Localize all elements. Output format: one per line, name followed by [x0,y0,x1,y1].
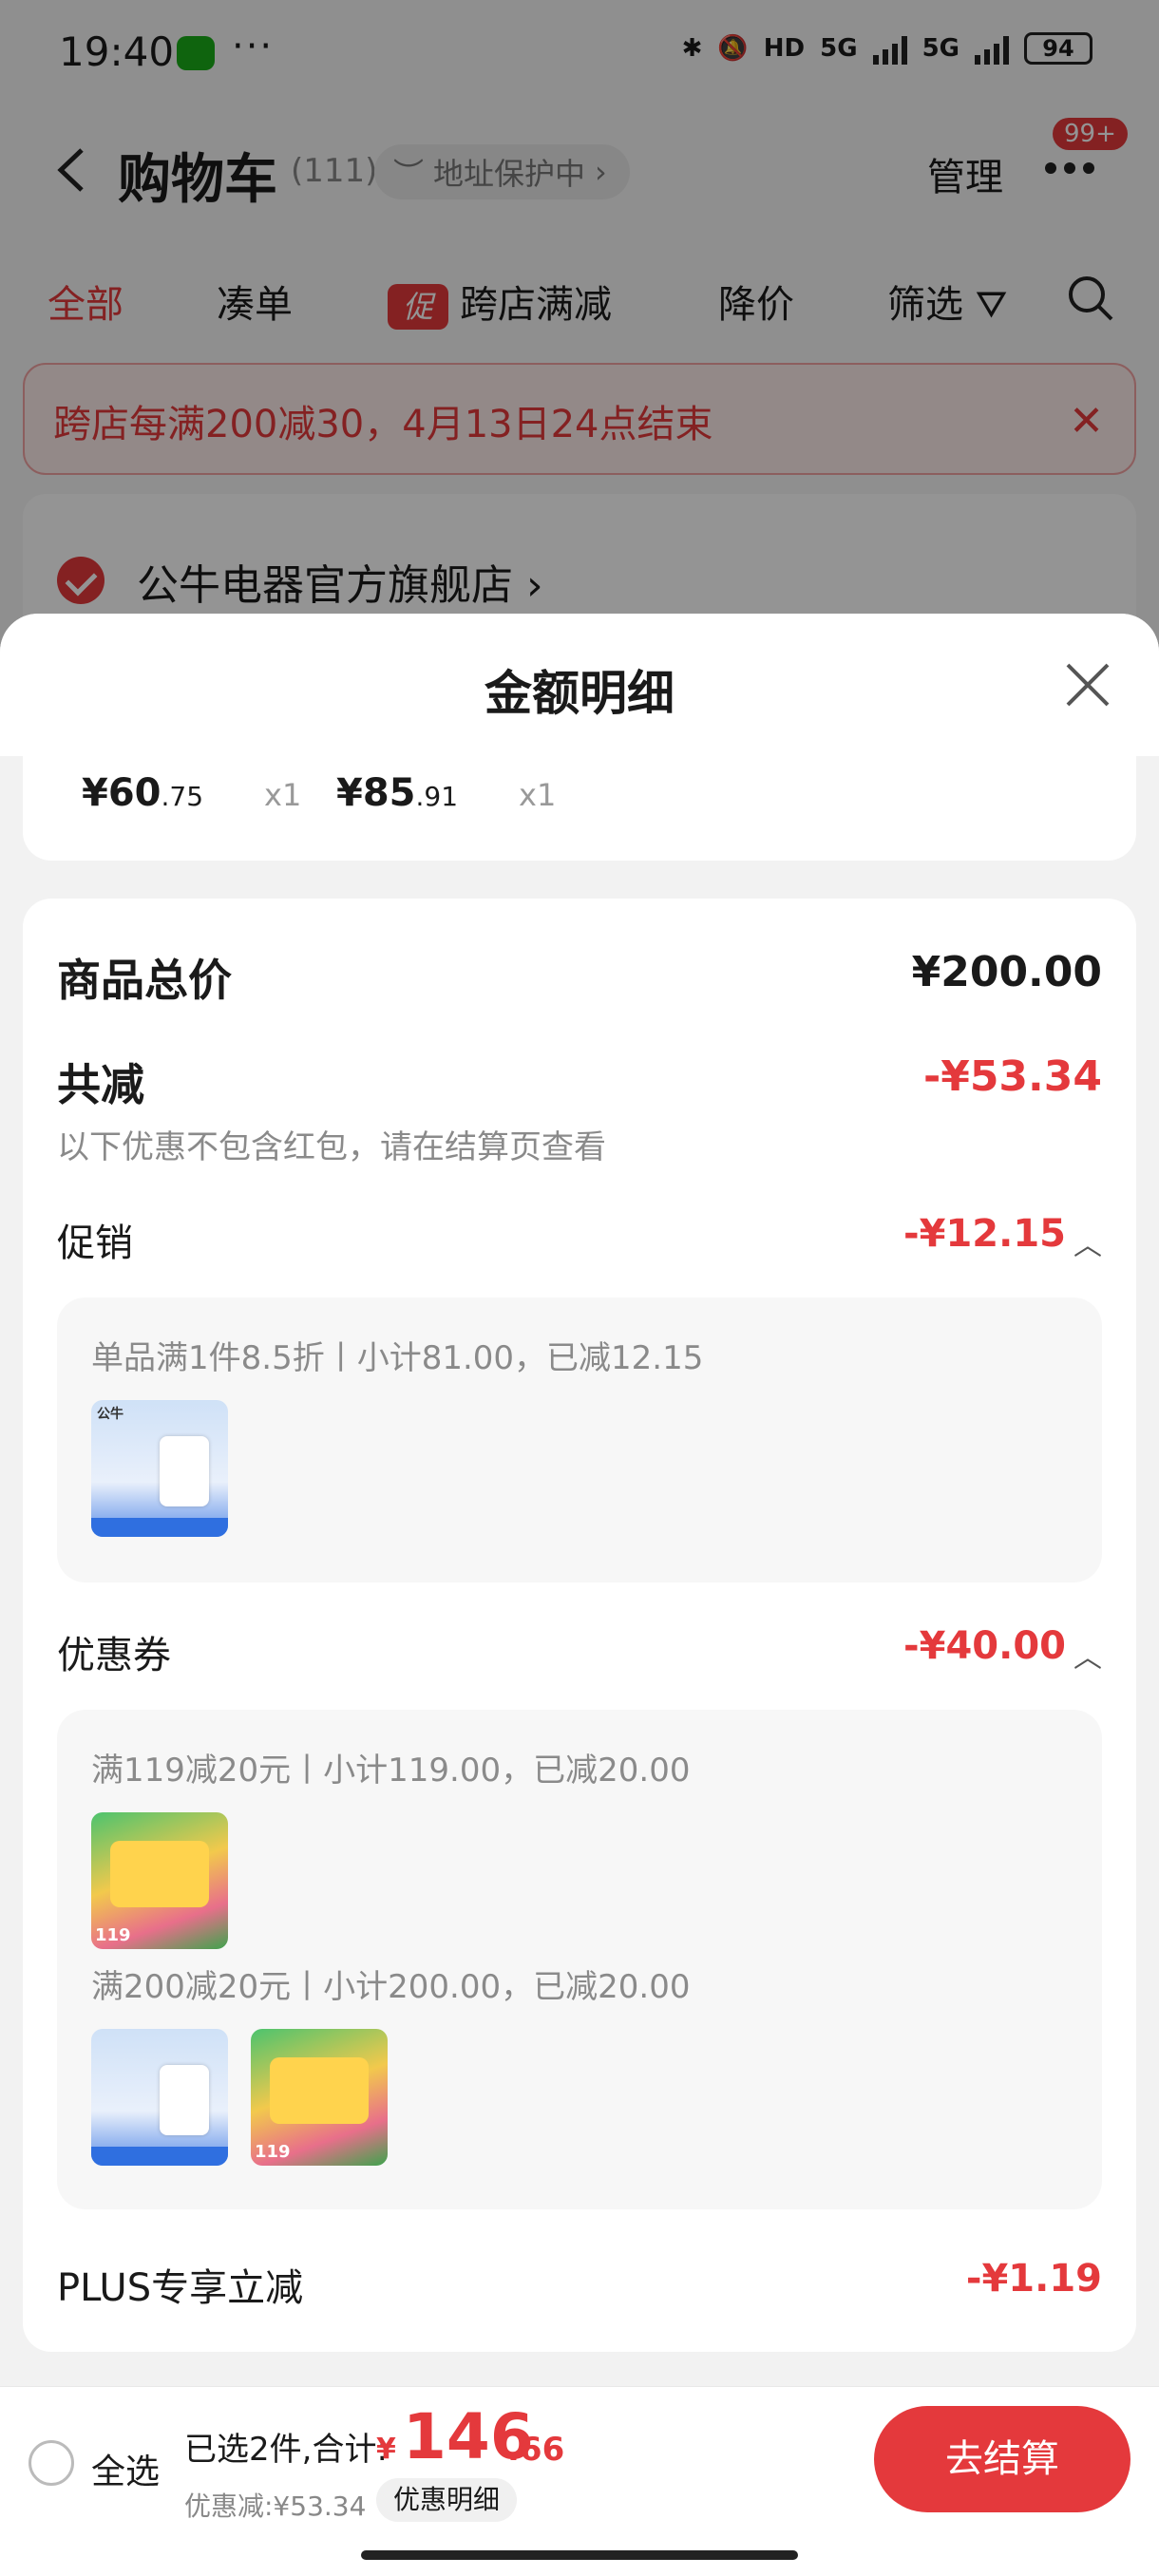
select-all-radio[interactable] [28,2440,74,2486]
amount-detail-card: 商品总价 ¥200.00 共减 -¥53.34 以下优惠不包含红包，请在结算页查… [23,899,1136,2352]
total-price-label: 商品总价 [57,955,232,1006]
select-all-label[interactable]: 全选 [91,2444,160,2493]
checkout-button[interactable]: 去结算 [874,2406,1130,2512]
items-card: ¥60.75 x1 ¥85.91 x1 [23,756,1136,861]
coupon-label: 优惠券 [57,1634,171,1677]
product-thumb-plug[interactable]: 公牛 [91,1400,228,1537]
plus-discount-label: PLUS专享立减 [57,2266,304,2310]
discount-detail-button[interactable]: 优惠明细 [376,2478,518,2522]
product-thumb-game[interactable]: 119 [251,2029,388,2166]
coupon-value: -¥40.00 [903,1624,1066,1668]
thumb-bar [91,1518,228,1537]
plug-image [160,2065,209,2135]
promo-toggle[interactable]: -¥12.15 ︿ [903,1212,1102,1263]
item-price: ¥85.91 [336,771,459,815]
item-qty: x1 [264,777,302,813]
total-price-value: ¥200.00 [911,948,1102,996]
plus-discount-value: -¥1.19 [965,2257,1102,2301]
amount-detail-sheet: 金额明细 ¥60.75 x1 ¥85.91 x1 商品总价 ¥200.00 共减… [0,614,1159,2386]
product-thumb-game[interactable]: 119 [91,1812,228,1949]
saved-amount: 优惠减:¥53.34 [184,2491,367,2522]
chevron-up-icon: ︿ [1074,1228,1102,1262]
item-price: ¥60.75 [82,771,204,815]
close-icon[interactable] [1064,661,1112,709]
product-thumb-plug[interactable] [91,2029,228,2166]
coupon-rule-2: 满200减20元丨小计200.00，已减20.00 [91,1968,691,2006]
promo-rule: 单品满1件8.5折丨小计81.00，已减12.15 [91,1339,704,1377]
total-cents: .66 [507,2431,565,2469]
sheet-header: 金额明细 [0,614,1159,756]
selected-count: 已选2件,合计: [184,2431,388,2469]
item-qty: x1 [519,777,557,813]
game-panel [270,2057,369,2124]
coupon-rule-1: 满119减20元丨小计119.00，已减20.00 [91,1752,691,1790]
discount-label: 共减 [57,1059,144,1110]
home-indicator [361,2550,798,2560]
checkout-bar: 全选 已选2件,合计: ¥ 146 .66 优惠减:¥53.34 优惠明细 去结… [0,2386,1159,2576]
promo-detail-box: 单品满1件8.5折丨小计81.00，已减12.15 公牛 [57,1297,1102,1582]
modal-overlay[interactable] [0,0,1159,665]
thumb-price-tag: 119 [95,1925,131,1945]
coupon-toggle[interactable]: -¥40.00 ︿ [903,1624,1102,1676]
chevron-up-icon: ︿ [1074,1640,1102,1675]
brand-logo: 公牛 [97,1407,124,1422]
plug-image [160,1436,209,1506]
coupon-detail-box: 满119减20元丨小计119.00，已减20.00 119 满200减20元丨小… [57,1710,1102,2209]
game-panel [110,1841,209,1907]
discount-note: 以下优惠不包含红包，请在结算页查看 [57,1128,606,1166]
promo-label: 促销 [57,1222,133,1265]
discount-value: -¥53.34 [922,1052,1102,1101]
promo-value: -¥12.15 [903,1212,1066,1256]
total-currency: ¥ [376,2433,396,2466]
sheet-title: 金额明细 [484,666,674,721]
thumb-price-tag: 119 [255,2142,291,2162]
thumb-bar [91,2147,228,2166]
